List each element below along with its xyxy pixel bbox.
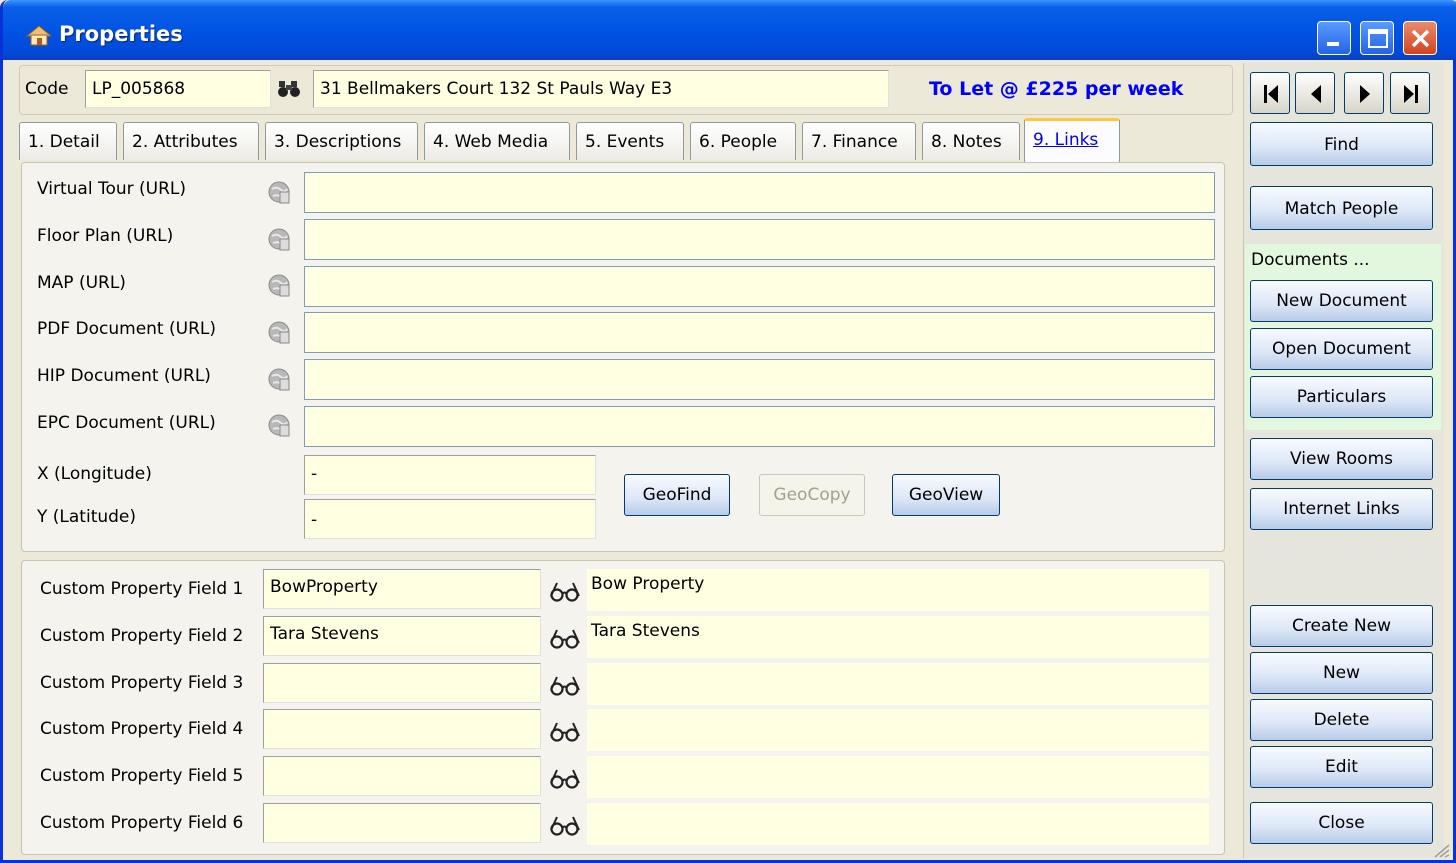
first-icon (1264, 85, 1278, 103)
create-new-button[interactable]: Create New (1250, 605, 1433, 647)
next-record-button[interactable] (1344, 72, 1384, 114)
tab-attributes[interactable]: 2. Attributes (123, 122, 259, 160)
lookup-glasses-icon[interactable] (549, 580, 581, 602)
longitude-label: X (Longitude) (37, 464, 152, 484)
map-field[interactable] (304, 266, 1215, 307)
lookup-glasses-icon[interactable] (549, 627, 581, 649)
custom-field-1-label: Custom Property Field 1 (40, 579, 244, 599)
custom-field-6-label: Custom Property Field 6 (40, 813, 244, 833)
geofind-button[interactable]: GeoFind (624, 474, 730, 516)
custom-field-2-label: Custom Property Field 2 (40, 626, 244, 646)
custom-field-3-label: Custom Property Field 3 (40, 673, 244, 693)
virtual-tour-label: Virtual Tour (URL) (37, 179, 187, 199)
house-icon (25, 25, 53, 46)
custom-field-4-display (587, 709, 1209, 751)
geocopy-button[interactable]: GeoCopy (759, 474, 865, 516)
minimize-button[interactable] (1317, 21, 1351, 55)
custom-field-5-label: Custom Property Field 5 (40, 766, 244, 786)
hip-document-field[interactable] (304, 359, 1215, 400)
particulars-button[interactable]: Particulars (1250, 376, 1433, 418)
documents-label: Documents ... (1251, 250, 1370, 270)
code-field[interactable]: LP_005868 (85, 70, 271, 108)
web-link-icon[interactable] (267, 413, 293, 439)
maximize-button[interactable] (1360, 21, 1394, 55)
web-link-icon[interactable] (267, 273, 293, 299)
tab-links[interactable]: 9. Links (1024, 118, 1120, 162)
web-link-icon[interactable] (267, 180, 293, 206)
lookup-glasses-icon[interactable] (549, 814, 581, 836)
previous-record-button[interactable] (1295, 72, 1335, 114)
internet-links-button[interactable]: Internet Links (1250, 488, 1433, 530)
pdf-document-label: PDF Document (URL) (37, 319, 216, 339)
last-record-button[interactable] (1390, 72, 1430, 114)
custom-field-5-input[interactable] (263, 756, 541, 796)
binoculars-icon[interactable] (276, 79, 302, 99)
edit-button[interactable]: Edit (1250, 746, 1433, 788)
custom-field-5-display (587, 756, 1209, 798)
custom-field-1-display: Bow Property (587, 569, 1209, 611)
tab-events[interactable]: 5. Events (576, 122, 684, 160)
previous-icon (1311, 85, 1321, 103)
web-link-icon[interactable] (267, 320, 293, 346)
tab-web-media[interactable]: 4. Web Media (424, 122, 570, 160)
map-label: MAP (URL) (37, 273, 126, 293)
match-people-button[interactable]: Match People (1250, 186, 1433, 230)
delete-button[interactable]: Delete (1250, 699, 1433, 741)
close-window-button[interactable] (1403, 21, 1437, 55)
epc-document-field[interactable] (304, 406, 1215, 447)
latitude-label: Y (Latitude) (37, 507, 137, 527)
resize-grip-icon[interactable] (1433, 843, 1451, 859)
floor-plan-label: Floor Plan (URL) (37, 226, 174, 246)
properties-window: Properties Code LP_005868 31 Bellmakers … (0, 0, 1456, 863)
status-text: To Let @ £225 per week (929, 78, 1184, 100)
custom-field-4-label: Custom Property Field 4 (40, 719, 244, 739)
pdf-document-field[interactable] (304, 312, 1215, 353)
find-button[interactable]: Find (1250, 122, 1433, 166)
close-icon (1411, 29, 1430, 48)
hip-document-label: HIP Document (URL) (37, 366, 211, 386)
maximize-icon (1368, 29, 1388, 48)
custom-field-4-input[interactable] (263, 709, 541, 749)
web-link-icon[interactable] (267, 367, 293, 393)
tab-descriptions[interactable]: 3. Descriptions (265, 122, 418, 160)
next-icon (1360, 85, 1370, 103)
lookup-glasses-icon[interactable] (549, 720, 581, 742)
new-button[interactable]: New (1250, 652, 1433, 694)
tab-people[interactable]: 6. People (690, 122, 796, 160)
open-document-button[interactable]: Open Document (1250, 328, 1433, 370)
custom-field-2-display: Tara Stevens (587, 616, 1209, 658)
floor-plan-field[interactable] (304, 219, 1215, 260)
lookup-glasses-icon[interactable] (549, 767, 581, 789)
custom-field-6-display (587, 803, 1209, 845)
custom-field-3-display (587, 663, 1209, 705)
custom-field-2-input[interactable]: Tara Stevens (263, 616, 541, 656)
web-link-icon[interactable] (267, 227, 293, 253)
tab-notes[interactable]: 8. Notes (922, 122, 1020, 160)
custom-field-1-input[interactable]: BowProperty (263, 569, 541, 609)
geoview-button[interactable]: GeoView (892, 474, 1000, 516)
longitude-field[interactable]: - (304, 455, 596, 495)
last-icon (1404, 85, 1418, 103)
address-field[interactable]: 31 Bellmakers Court 132 St Pauls Way E3 (313, 70, 889, 108)
tab-finance[interactable]: 7. Finance (802, 122, 916, 160)
first-record-button[interactable] (1250, 72, 1290, 114)
minimize-icon (1327, 42, 1339, 46)
lookup-glasses-icon[interactable] (549, 674, 581, 696)
close-button[interactable]: Close (1250, 802, 1433, 844)
code-label: Code (25, 79, 69, 99)
view-rooms-button[interactable]: View Rooms (1250, 438, 1433, 480)
window-title: Properties (59, 22, 183, 46)
custom-field-3-input[interactable] (263, 663, 541, 703)
title-bar[interactable]: Properties (3, 0, 1456, 60)
tab-detail[interactable]: 1. Detail (19, 122, 117, 160)
virtual-tour-field[interactable] (304, 172, 1215, 213)
new-document-button[interactable]: New Document (1250, 280, 1433, 322)
epc-document-label: EPC Document (URL) (37, 413, 216, 433)
custom-field-6-input[interactable] (263, 803, 541, 843)
latitude-field[interactable]: - (304, 499, 596, 539)
